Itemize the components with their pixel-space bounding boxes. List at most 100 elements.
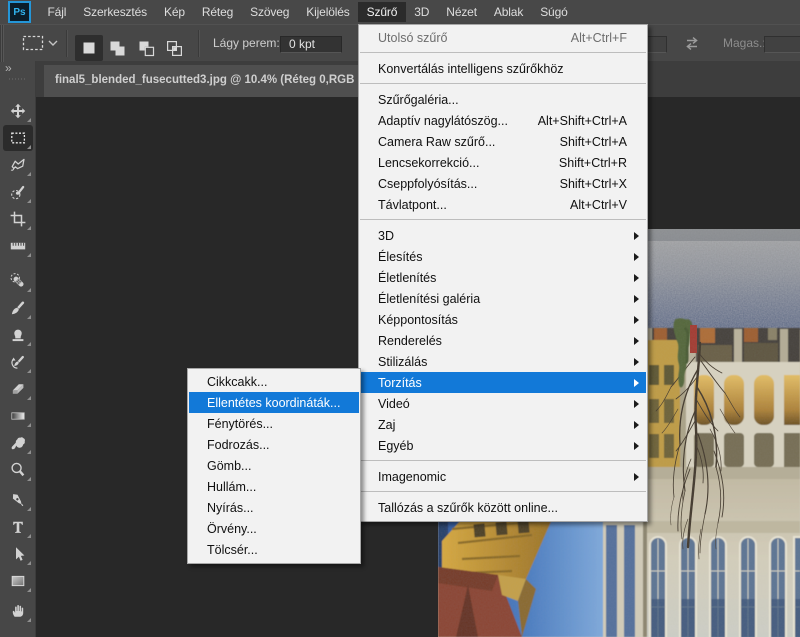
- menubar-item-sz-veg[interactable]: Szöveg: [242, 0, 298, 24]
- menu-item-lencsekorrekció[interactable]: Lencsekorrekció...Shift+Ctrl+R: [360, 152, 646, 173]
- brush-tool[interactable]: [3, 295, 33, 321]
- toolbar-collapse-button[interactable]: »: [0, 61, 36, 78]
- menubar-item-ablak[interactable]: Ablak: [485, 0, 531, 24]
- menu-item-renderelés[interactable]: Renderelés: [360, 330, 646, 351]
- crop-tool-icon: [10, 211, 26, 227]
- menu-item-3d[interactable]: 3D: [360, 225, 646, 246]
- menu-item-szűrőgaléria[interactable]: Szűrőgaléria...: [360, 89, 646, 110]
- photoshop-logo-icon[interactable]: Ps: [8, 1, 31, 23]
- crop-tool[interactable]: [3, 206, 33, 232]
- options-bar-grip[interactable]: [0, 25, 4, 62]
- menu-item-távlatpont[interactable]: Távlatpont...Alt+Ctrl+V: [360, 194, 646, 215]
- menu-item-gömb[interactable]: Gömb...: [189, 455, 359, 476]
- smudge-tool[interactable]: [3, 430, 33, 456]
- menu-item-label: Cikkcakk...: [207, 375, 267, 389]
- menu-item-fodrozás[interactable]: Fodrozás...: [189, 434, 359, 455]
- menu-item-label: Torzítás: [378, 376, 422, 390]
- menu-item-shortcut: Alt+Shift+Ctrl+A: [538, 114, 640, 128]
- menubar-item-k-p[interactable]: Kép: [155, 0, 193, 24]
- clone-stamp-tool-icon: [10, 327, 26, 343]
- tool-flyout-indicator: [27, 342, 31, 346]
- menu-item-ellentétes-koordináták[interactable]: Ellentétes koordináták...: [189, 392, 359, 413]
- menu-item-fénytörés[interactable]: Fénytörés...: [189, 413, 359, 434]
- menu-item-egyéb[interactable]: Egyéb: [360, 435, 646, 456]
- tool-preset-chevron-icon[interactable]: [48, 40, 58, 46]
- menu-item-label: Életlenítés: [378, 271, 436, 285]
- quick-selection-tool[interactable]: [3, 179, 33, 205]
- options-separator: [66, 30, 68, 57]
- menubar-item-n-zet[interactable]: Nézet: [438, 0, 486, 24]
- tool-flyout-indicator: [27, 369, 31, 373]
- tool-flyout-indicator: [27, 118, 31, 122]
- menu-item-camera-raw-szűrő[interactable]: Camera Raw szűrő...Shift+Ctrl+A: [360, 131, 646, 152]
- document-tab[interactable]: final5_blended_fusecutted3.jpg @ 10.4% (…: [44, 65, 374, 97]
- menu-separator: [360, 52, 646, 53]
- dodge-tool[interactable]: [3, 457, 33, 483]
- pen-tool[interactable]: [3, 487, 33, 513]
- path-selection-tool[interactable]: [3, 541, 33, 567]
- feather-input[interactable]: 0 kpt: [280, 36, 342, 53]
- intersect-selection-button[interactable]: [160, 35, 188, 61]
- history-brush-tool[interactable]: [3, 349, 33, 375]
- tool-flyout-indicator: [27, 588, 31, 592]
- ruler-tool[interactable]: [3, 233, 33, 259]
- menu-item-torzítás[interactable]: Torzítás: [360, 372, 646, 393]
- menubar-item-3d[interactable]: 3D: [406, 0, 438, 24]
- rectangle-tool[interactable]: [3, 568, 33, 594]
- lasso-tool[interactable]: [3, 152, 33, 178]
- menu-item-zaj[interactable]: Zaj: [360, 414, 646, 435]
- menu-item-tölcsér[interactable]: Tölcsér...: [189, 539, 359, 560]
- menubar-item-s-g-[interactable]: Súgó: [532, 0, 576, 24]
- menu-item-label: Egyéb: [378, 439, 413, 453]
- type-tool-icon: [10, 519, 26, 535]
- menu-item-imagenomic[interactable]: Imagenomic: [360, 466, 646, 487]
- menu-separator: [360, 83, 646, 84]
- move-tool[interactable]: [3, 98, 33, 124]
- add-to-selection-button[interactable]: [103, 35, 131, 61]
- menu-item-cseppfolyósítás[interactable]: Cseppfolyósítás...Shift+Ctrl+X: [360, 173, 646, 194]
- tool-flyout-indicator: [27, 315, 31, 319]
- menu-item-életlenítési-galéria[interactable]: Életlenítési galéria: [360, 288, 646, 309]
- menu-item-nyírás[interactable]: Nyírás...: [189, 497, 359, 518]
- menubar-item-sz-r-[interactable]: Szűrő: [358, 2, 406, 22]
- menubar-item-kijel-l-s[interactable]: Kijelölés: [298, 0, 358, 24]
- menu-item-képpontosítás[interactable]: Képpontosítás: [360, 309, 646, 330]
- tool-preset-marquee-icon[interactable]: [22, 34, 44, 52]
- menu-item-életlenítés[interactable]: Életlenítés: [360, 267, 646, 288]
- menu-item-konvertálás-intelligens-szűrőkhöz[interactable]: Konvertálás intelligens szűrőkhöz: [360, 58, 646, 79]
- menu-item-tallózás-a-szűrők-között-online[interactable]: Tallózás a szűrők között online...: [360, 497, 646, 518]
- menu-item-label: Utolsó szűrő: [378, 31, 447, 45]
- rectangular-marquee-tool[interactable]: [3, 125, 33, 151]
- menu-item-stilizálás[interactable]: Stilizálás: [360, 351, 646, 372]
- menubar-item-szerkeszt-s[interactable]: Szerkesztés: [75, 0, 156, 24]
- smudge-tool-icon: [10, 435, 26, 451]
- swap-width-height-icon[interactable]: [683, 36, 701, 51]
- clone-stamp-tool[interactable]: [3, 322, 33, 348]
- new-selection-button[interactable]: [75, 35, 103, 61]
- gradient-tool[interactable]: [3, 403, 33, 429]
- menu-item-hullám[interactable]: Hullám...: [189, 476, 359, 497]
- menu-item-shortcut: Alt+Ctrl+F: [571, 31, 640, 45]
- menu-item-utolsó-szűrő[interactable]: Utolsó szűrő Alt+Ctrl+F: [360, 27, 646, 48]
- menu-item-élesítés[interactable]: Élesítés: [360, 246, 646, 267]
- menu-item-örvény[interactable]: Örvény...: [189, 518, 359, 539]
- feather-label: Lágy perem:: [213, 25, 280, 62]
- submenu-arrow-icon: [634, 232, 639, 240]
- menubar-item-r-teg[interactable]: Réteg: [193, 0, 241, 24]
- menu-item-adaptív-nagylátószög[interactable]: Adaptív nagylátószög...Alt+Shift+Ctrl+A: [360, 110, 646, 131]
- quick-selection-tool-icon: [10, 184, 26, 200]
- menu-item-label: Távlatpont...: [378, 198, 447, 212]
- hand-tool[interactable]: [3, 598, 33, 624]
- menu-item-cikkcakk[interactable]: Cikkcakk...: [189, 371, 359, 392]
- menu-item-label: Fénytörés...: [207, 417, 273, 431]
- healing-brush-tool[interactable]: [3, 268, 33, 294]
- menu-item-label: Stilizálás: [378, 355, 427, 369]
- menubar-item-f-jl[interactable]: Fájl: [39, 0, 75, 24]
- height-input[interactable]: [764, 36, 800, 53]
- menu-item-label: Gömb...: [207, 459, 251, 473]
- subtract-from-selection-button[interactable]: [132, 35, 160, 61]
- type-tool[interactable]: [3, 514, 33, 540]
- eraser-tool[interactable]: [3, 376, 33, 402]
- menu-item-videó[interactable]: Videó: [360, 393, 646, 414]
- rectangle-tool-icon: [10, 573, 26, 589]
